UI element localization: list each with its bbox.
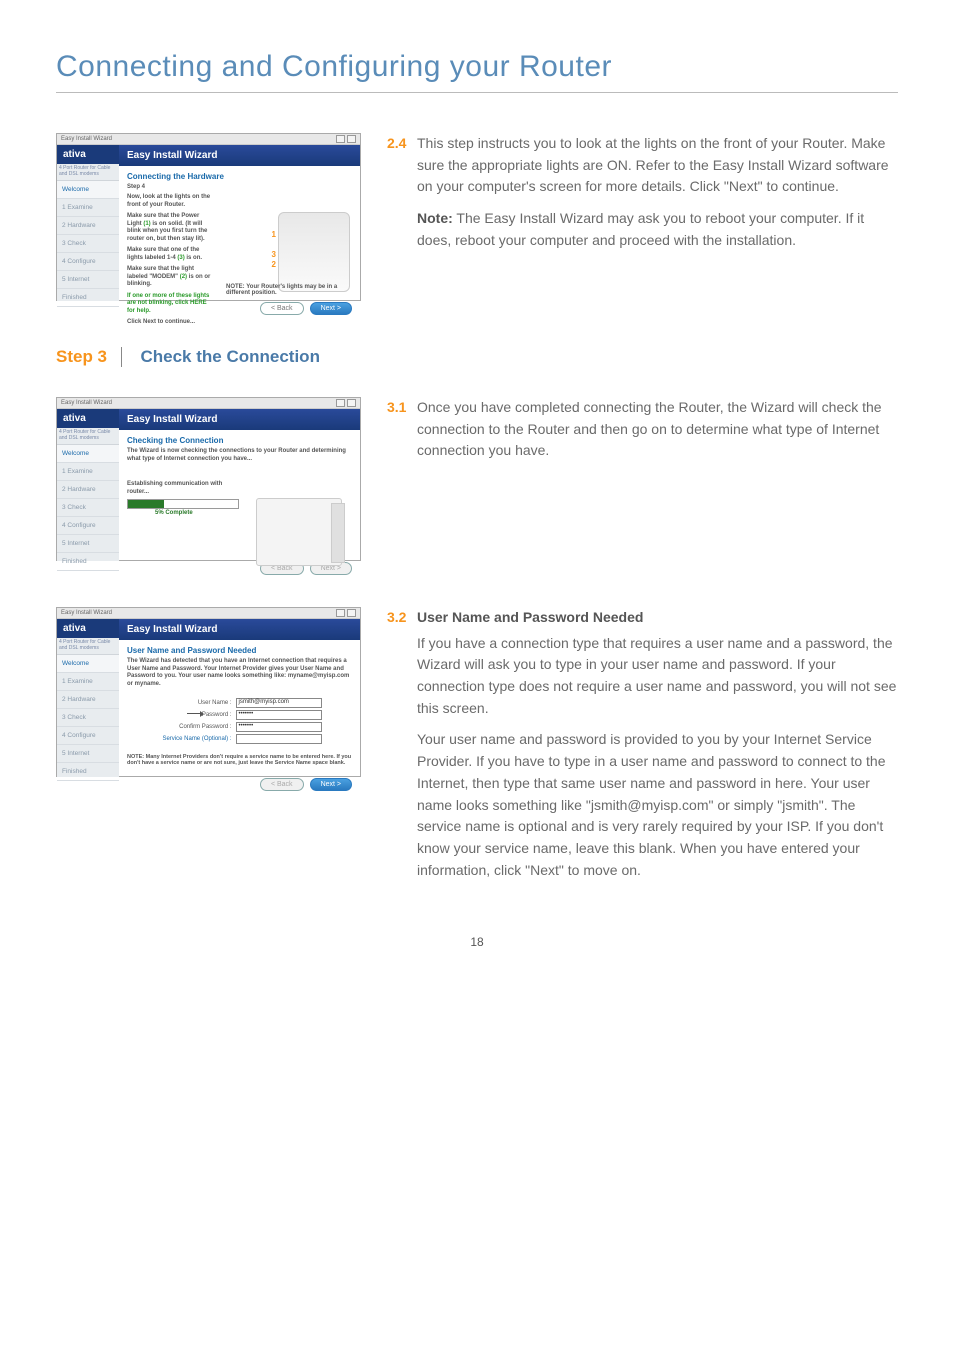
sidebar-item-finished: Finished (57, 763, 119, 781)
password-input[interactable]: ••••••• (236, 710, 322, 720)
callout-1: 1 (272, 230, 276, 239)
sidebar-item-examine: 1 Examine (57, 463, 119, 481)
sidebar-item-welcome: Welcome (57, 655, 119, 673)
sidebar-item-internet: 5 Internet (57, 535, 119, 553)
brand-logo: ativa (57, 145, 119, 164)
minimize-icon (336, 609, 345, 617)
step-number-31: 3.1 (387, 397, 417, 472)
pane-click-next: Click Next to continue... (127, 319, 211, 327)
service-name-note: NOTE: Many Internet Providers don't requ… (127, 754, 352, 766)
sidebar-item-examine: 1 Examine (57, 199, 119, 217)
pane-heading: Connecting the Hardware (127, 172, 352, 181)
sidebar-item-internet: 5 Internet (57, 271, 119, 289)
wizard-screenshot-username: Easy Install Wizard ativa 4 Port Router … (56, 607, 361, 777)
wizard-screenshot-checking: Easy Install Wizard ativa 4 Port Router … (56, 397, 361, 561)
pane-sub-step: Step 4 (127, 184, 352, 190)
callout-2: 2 (272, 260, 276, 269)
window-title-text: Easy Install Wizard (61, 136, 112, 142)
service-name-input[interactable] (236, 734, 322, 744)
username-input[interactable]: jsmith@myisp.com (236, 698, 322, 708)
sidebar-item-hardware: 2 Hardware (57, 481, 119, 499)
sidebar-item-hardware: 2 Hardware (57, 217, 119, 235)
step-3-header: Step 3 Check the Connection (56, 347, 898, 367)
page-number: 18 (56, 935, 898, 949)
window-title-text: Easy Install Wizard (61, 400, 112, 406)
pane-help-link: If one or more of these lights are not b… (127, 293, 211, 316)
pane-modem-light: Make sure that the light labeled "MODEM"… (127, 266, 211, 289)
establishing-text: Establishing communication with router..… (127, 481, 237, 496)
pc-illustration (256, 498, 342, 566)
progress-bar (127, 499, 239, 509)
close-icon (347, 135, 356, 143)
step-3-number: Step 3 (56, 347, 122, 367)
next-button[interactable]: Next > (310, 778, 352, 791)
step-3-label: Check the Connection (140, 347, 319, 366)
sidebar-item-check: 3 Check (57, 499, 119, 517)
brand-subtitle: 4 Port Router for Cable and DSL modems (57, 639, 119, 655)
step-32-p1: If you have a connection type that requi… (417, 633, 898, 720)
confirm-password-label: Confirm Password : (158, 724, 232, 730)
close-icon (347, 609, 356, 617)
back-button[interactable]: < Back (260, 778, 304, 791)
wizard-banner: Easy Install Wizard (119, 409, 360, 430)
sidebar-item-check: 3 Check (57, 709, 119, 727)
sidebar-item-configure: 4 Configure (57, 517, 119, 535)
sidebar-item-examine: 1 Examine (57, 673, 119, 691)
pane-heading: Checking the Connection (127, 436, 352, 445)
step-24-note: Note: The Easy Install Wizard may ask yo… (417, 208, 898, 251)
confirm-password-input[interactable]: ••••••• (236, 722, 322, 732)
title-underline (56, 92, 898, 93)
brand-subtitle: 4 Port Router for Cable and DSL modems (57, 429, 119, 445)
username-label: User Name : (158, 700, 232, 706)
wizard-banner: Easy Install Wizard (119, 619, 360, 640)
pane-desc: The Wizard is now checking the connectio… (127, 448, 347, 463)
next-button[interactable]: Next > (310, 302, 352, 315)
brand-logo: ativa (57, 409, 119, 428)
wizard-banner: Easy Install Wizard (119, 145, 360, 166)
sidebar-item-welcome: Welcome (57, 445, 119, 463)
sidebar-item-configure: 4 Configure (57, 253, 119, 271)
brand-subtitle: 4 Port Router for Cable and DSL modems (57, 165, 119, 181)
service-name-label: Service Name (Optional) : (158, 736, 232, 742)
callout-3: 3 (272, 250, 276, 259)
arrow-icon (187, 713, 203, 714)
step-32-heading: User Name and Password Needed (417, 609, 643, 625)
sidebar-item-hardware: 2 Hardware (57, 691, 119, 709)
step-31-body: Once you have completed connecting the R… (417, 397, 898, 462)
minimize-icon (336, 135, 345, 143)
sidebar-item-configure: 4 Configure (57, 727, 119, 745)
pane-power-light: Make sure that the Power Light (1) is on… (127, 213, 211, 243)
step-24-body: This step instructs you to look at the l… (417, 133, 898, 198)
brand-logo: ativa (57, 619, 119, 638)
pane-port-lights: Make sure that one of the lights labeled… (127, 247, 211, 262)
pane-desc: The Wizard has detected that you have an… (127, 658, 352, 688)
router-illustration (278, 212, 350, 292)
pane-position-note: NOTE: Your Router's lights may be in a d… (226, 284, 352, 296)
page-title: Connecting and Configuring your Router (56, 50, 898, 84)
step-32-p2: Your user name and password is provided … (417, 729, 898, 881)
window-title-text: Easy Install Wizard (61, 610, 112, 616)
step-number-32: 3.2 (387, 607, 417, 891)
sidebar-item-check: 3 Check (57, 235, 119, 253)
sidebar-item-welcome: Welcome (57, 181, 119, 199)
step-number-24: 2.4 (387, 133, 417, 261)
pane-lights-intro: Now, look at the lights on the front of … (127, 194, 211, 209)
close-icon (347, 399, 356, 407)
wizard-screenshot-hardware: Easy Install Wizard ativa 4 Port Router … (56, 133, 361, 301)
sidebar-item-finished: Finished (57, 553, 119, 571)
back-button[interactable]: < Back (260, 302, 304, 315)
pane-heading: User Name and Password Needed (127, 646, 352, 655)
minimize-icon (336, 399, 345, 407)
sidebar-item-internet: 5 Internet (57, 745, 119, 763)
sidebar-item-finished: Finished (57, 289, 119, 307)
